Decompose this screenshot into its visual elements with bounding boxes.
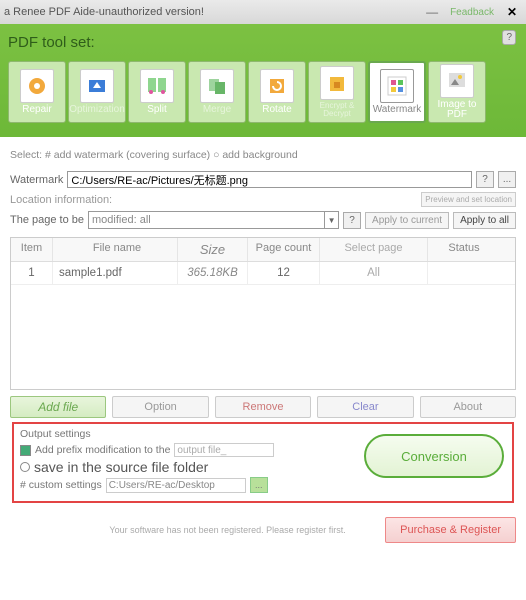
custom-label: # custom settings: [20, 479, 102, 491]
select-mode-row[interactable]: Select: # add watermark (covering surfac…: [10, 149, 516, 161]
output-settings-box: Output settings Add prefix modification …: [12, 422, 514, 503]
toolset-panel: ? PDF tool set: Repair Optimization Spli…: [0, 24, 526, 137]
watermark-path-input[interactable]: [67, 171, 472, 188]
th-size: Size: [178, 238, 248, 261]
footer: Your software has not been registered. P…: [0, 511, 526, 549]
custom-browse-button[interactable]: ...: [250, 477, 268, 493]
feedback-link[interactable]: Feadback: [450, 7, 494, 18]
merge-icon: [200, 69, 234, 103]
watermark-help-button[interactable]: ?: [476, 171, 494, 188]
tool-label: Rotate: [262, 105, 291, 115]
option-button[interactable]: Option: [112, 396, 208, 418]
cell-page: 12: [248, 262, 320, 284]
action-button-row: Add file Option Remove Clear About: [10, 396, 516, 418]
footer-text: Your software has not been registered. P…: [10, 525, 385, 535]
apply-all-button[interactable]: Apply to all: [453, 212, 516, 229]
table-header: Item File name Size Page count Select pa…: [11, 238, 515, 262]
tool-optimization[interactable]: Optimization: [68, 61, 126, 123]
prefix-checkbox[interactable]: [20, 445, 31, 456]
location-row: Location information: Preview and set lo…: [10, 192, 516, 207]
watermark-browse-button[interactable]: ...: [498, 171, 516, 188]
optimize-icon: [80, 69, 114, 103]
custom-path-input[interactable]: [106, 478, 246, 493]
rotate-icon: [260, 69, 294, 103]
cell-size: 365.18KB: [178, 262, 248, 284]
gear-icon: [20, 69, 54, 103]
save-folder-radio[interactable]: [20, 462, 30, 472]
custom-row: # custom settings ...: [20, 477, 506, 493]
clear-button[interactable]: Clear: [317, 396, 413, 418]
tool-label: Split: [147, 105, 166, 115]
page-mod-row: The page to be modified: all ▼ ? Apply t…: [10, 211, 516, 229]
tool-label: Optimization: [69, 105, 125, 115]
table-row[interactable]: 1 sample1.pdf 365.18KB 12 All: [11, 262, 515, 285]
page-mod-label: The page to be: [10, 214, 84, 226]
titlebar: a Renee PDF Aide-unauthorized version! —…: [0, 0, 526, 24]
tool-label: Watermark: [373, 105, 422, 115]
tool-split[interactable]: Split: [128, 61, 186, 123]
purchase-register-button[interactable]: Purchase & Register: [385, 517, 516, 543]
cell-select[interactable]: All: [320, 262, 428, 284]
watermark-icon: [380, 69, 414, 103]
th-select: Select page: [320, 238, 428, 261]
tool-label: Encrypt & Decrypt: [309, 102, 365, 118]
image-pdf-icon: [440, 64, 474, 98]
close-button[interactable]: ✕: [502, 4, 522, 20]
lock-icon: [320, 66, 354, 100]
location-label: Location information:: [10, 194, 421, 206]
th-page: Page count: [248, 238, 320, 261]
tool-rotate[interactable]: Rotate: [248, 61, 306, 123]
page-mod-select[interactable]: modified: all ▼: [88, 211, 339, 229]
minimize-button[interactable]: —: [422, 4, 442, 20]
apply-current-button[interactable]: Apply to current: [365, 212, 449, 229]
page-mod-help-button[interactable]: ?: [343, 212, 361, 229]
panel-help-icon[interactable]: ?: [502, 30, 516, 45]
th-status: Status: [428, 238, 500, 261]
tool-label: Repair: [22, 105, 51, 115]
cell-file: sample1.pdf: [53, 262, 178, 284]
tool-row: Repair Optimization Split Merge Rotate E…: [8, 61, 518, 123]
table-body: 1 sample1.pdf 365.18KB 12 All: [11, 262, 515, 389]
tool-repair[interactable]: Repair: [8, 61, 66, 123]
watermark-row: Watermark ? ...: [10, 171, 516, 188]
conversion-button[interactable]: Conversion: [364, 434, 504, 478]
page-mod-value: modified: all: [92, 214, 151, 226]
prefix-input[interactable]: [174, 443, 274, 457]
tool-merge[interactable]: Merge: [188, 61, 246, 123]
panel-title: PDF tool set:: [8, 34, 518, 51]
th-file: File name: [53, 238, 178, 261]
save-folder-label: save in the source file folder: [34, 459, 208, 475]
chevron-down-icon: ▼: [324, 212, 338, 228]
preview-location-button[interactable]: Preview and set location: [421, 192, 516, 207]
tool-label: Image to PDF: [429, 100, 485, 120]
cell-item: 1: [11, 262, 53, 284]
remove-button[interactable]: Remove: [215, 396, 311, 418]
file-table: Item File name Size Page count Select pa…: [10, 237, 516, 390]
tool-encrypt[interactable]: Encrypt & Decrypt: [308, 61, 366, 123]
titlebar-text: a Renee PDF Aide-unauthorized version!: [4, 6, 422, 18]
scissors-icon: [140, 69, 174, 103]
watermark-label: Watermark: [10, 174, 63, 186]
tool-label: Merge: [203, 105, 231, 115]
th-item: Item: [11, 238, 53, 261]
tool-image-to-pdf[interactable]: Image to PDF: [428, 61, 486, 123]
prefix-label: Add prefix modification to the: [35, 444, 170, 456]
cell-status: [428, 262, 500, 284]
about-button[interactable]: About: [420, 396, 516, 418]
tool-watermark[interactable]: Watermark: [368, 61, 426, 123]
add-file-button[interactable]: Add file: [10, 396, 106, 418]
